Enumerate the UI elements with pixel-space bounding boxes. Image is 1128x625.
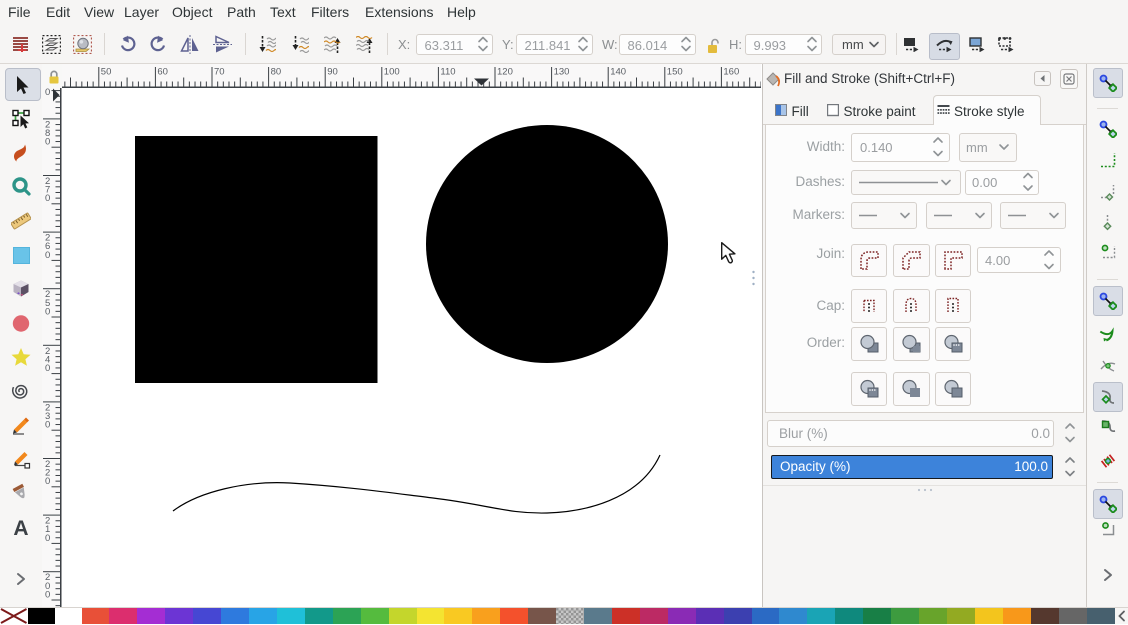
svg-text:130: 130 (554, 67, 570, 78)
svg-text:A: A (13, 517, 28, 538)
svg-text:0: 0 (45, 420, 50, 431)
svg-text:60: 60 (157, 67, 168, 78)
svg-text:0: 0 (45, 363, 50, 374)
svg-text:0: 0 (45, 476, 50, 487)
svg-text:0: 0 (45, 250, 50, 261)
svg-text:120: 120 (497, 67, 513, 78)
svg-text:0: 0 (45, 137, 50, 148)
svg-text:50: 50 (101, 67, 112, 78)
svg-text:160: 160 (723, 67, 739, 78)
svg-text:0: 0 (45, 193, 50, 204)
svg-text:140: 140 (610, 67, 626, 78)
svg-text:110: 110 (440, 67, 455, 78)
svg-text:100: 100 (384, 67, 400, 78)
svg-text:150: 150 (667, 67, 683, 78)
svg-text:0: 0 (45, 589, 50, 600)
svg-text:0: 0 (45, 306, 50, 317)
svg-text:0: 0 (45, 88, 50, 98)
svg-text:80: 80 (271, 67, 282, 78)
svg-text:70: 70 (214, 67, 225, 78)
svg-text:90: 90 (327, 67, 338, 78)
svg-text:0: 0 (45, 533, 50, 544)
